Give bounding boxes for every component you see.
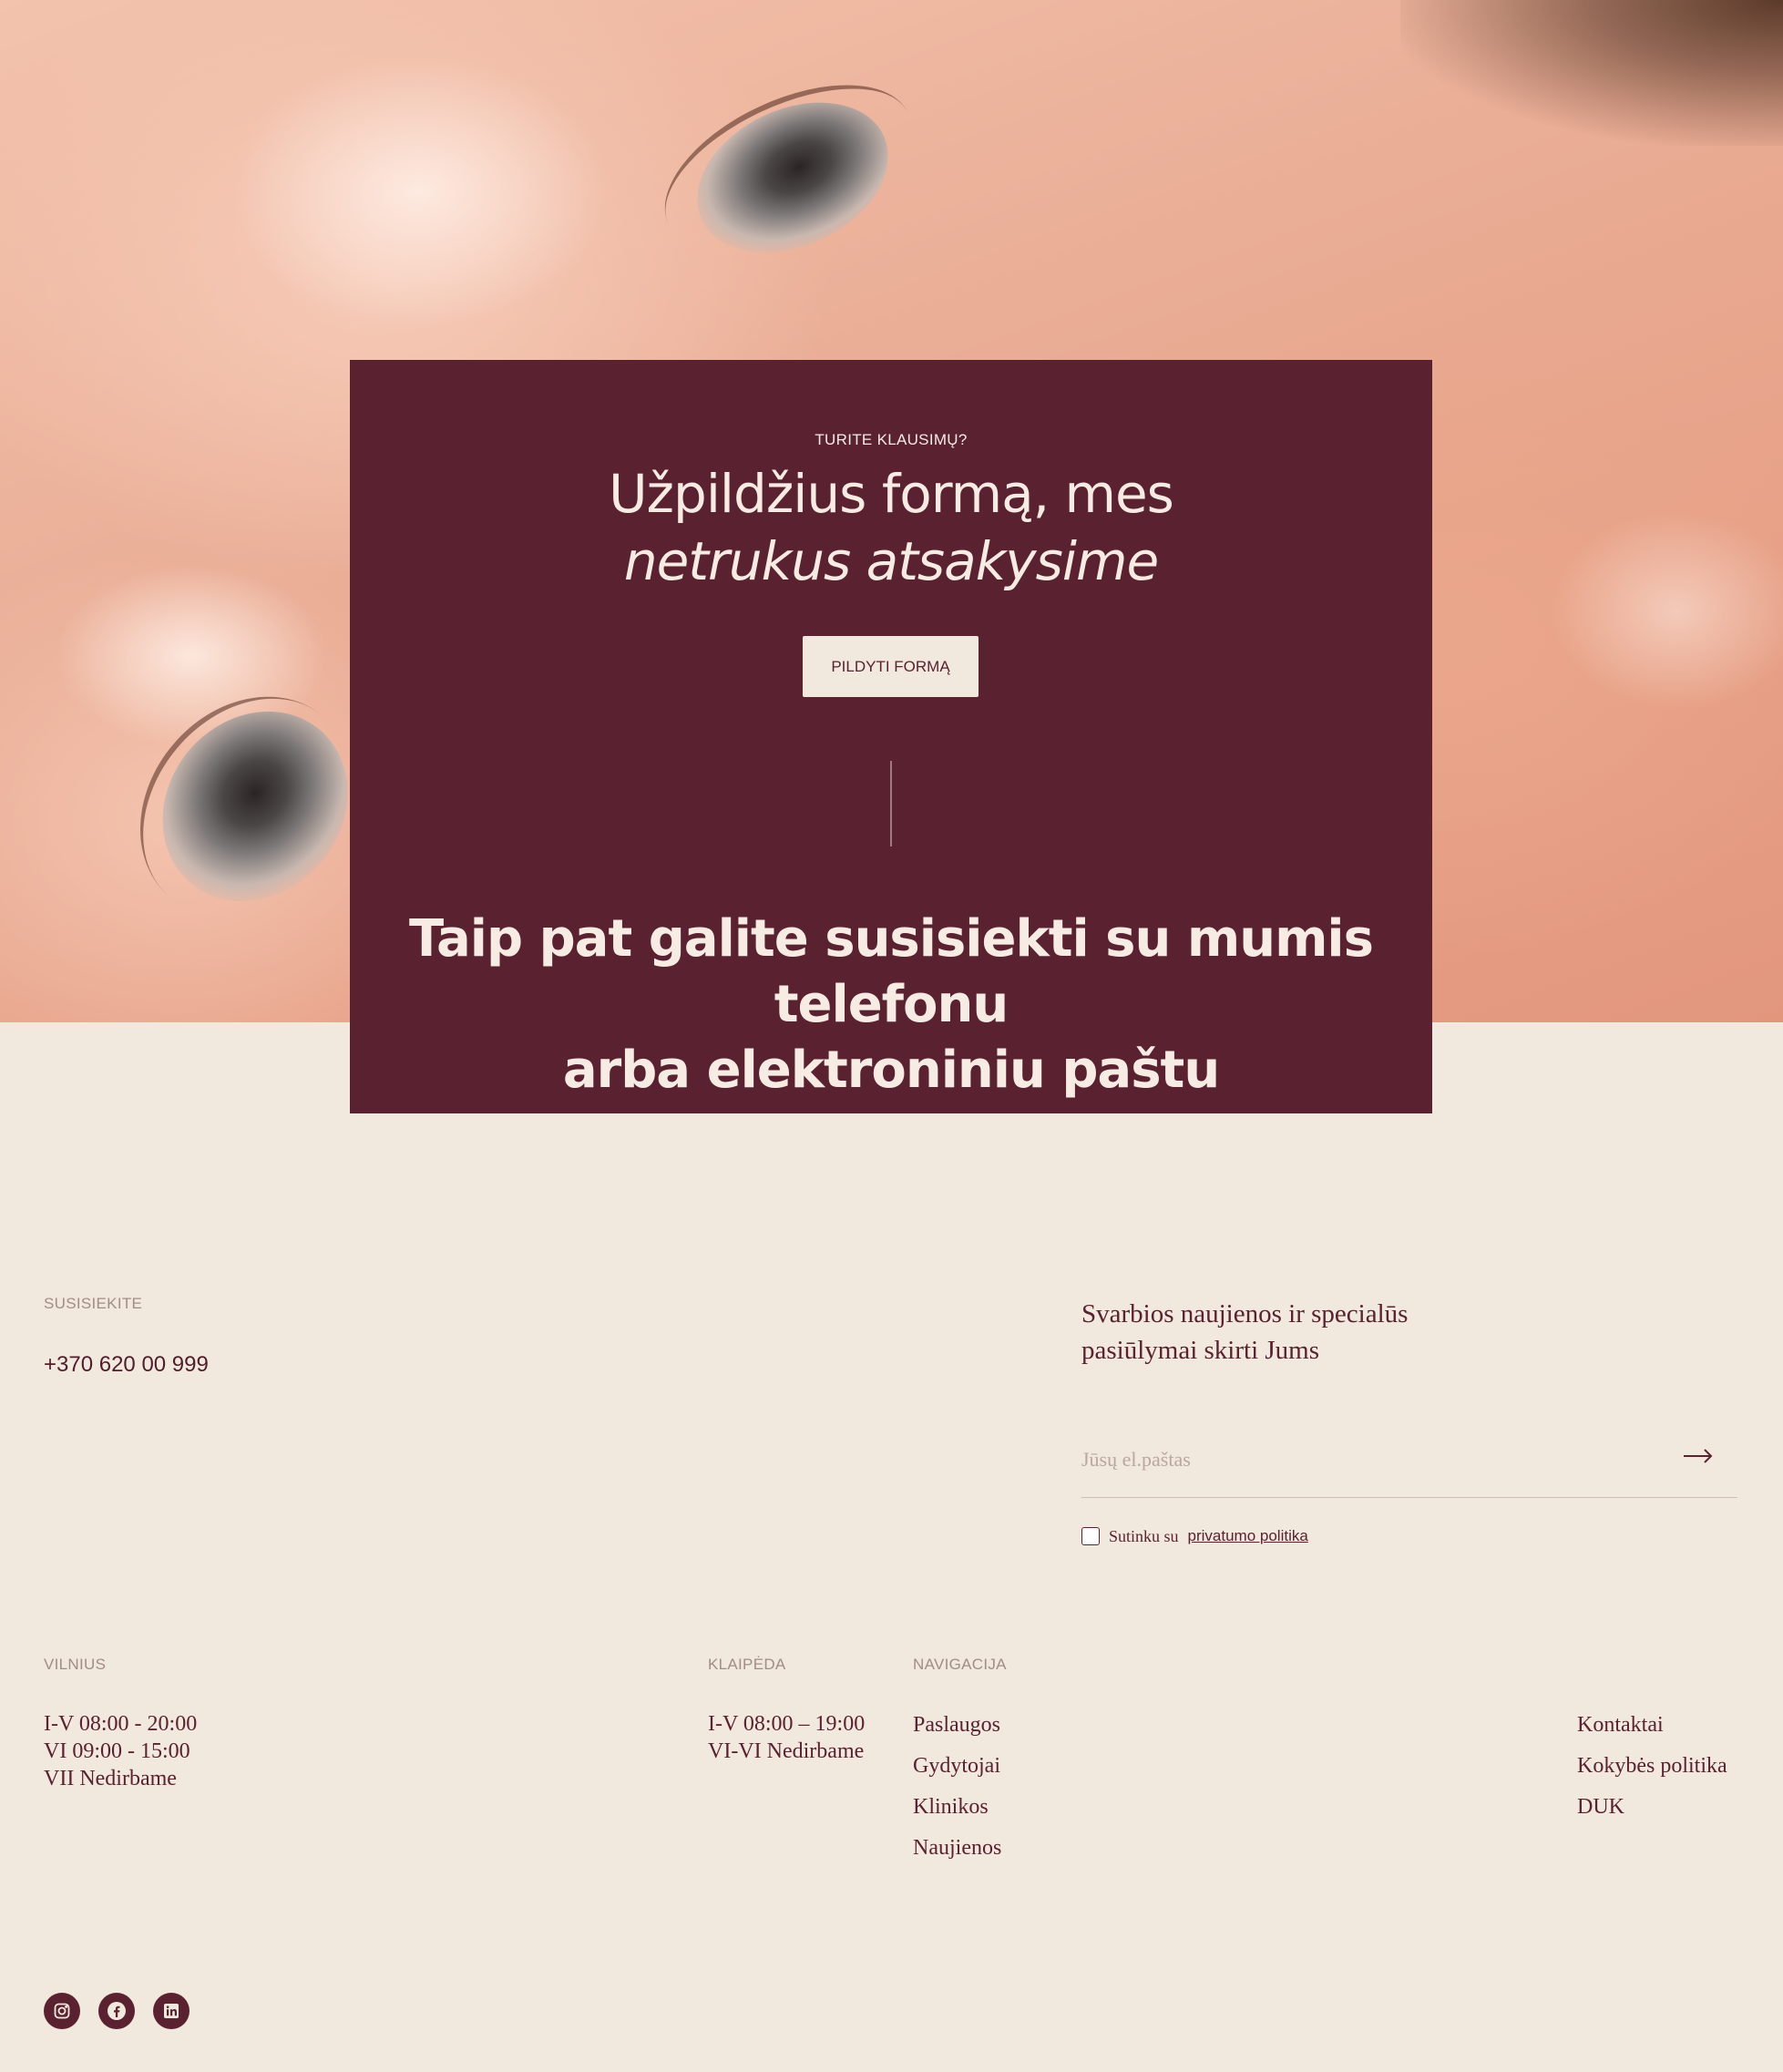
vilnius-hours-line: VI 09:00 - 15:00	[44, 1739, 190, 1763]
submit-arrow-icon[interactable]	[1683, 1445, 1714, 1469]
nav-link-klinikos[interactable]: Klinikos	[913, 1795, 989, 1820]
fill-form-button[interactable]: PILDYTI FORMĄ	[803, 636, 979, 697]
contact-label: SUSISIEKITE	[44, 1295, 143, 1312]
nav-link-naujienos[interactable]: Naujienos	[913, 1836, 1001, 1861]
klaipeda-hours-line: VI-VI Nedirbame	[708, 1739, 865, 1763]
linkedin-icon[interactable]	[153, 1993, 190, 2029]
nav-link-kokybes-politika[interactable]: Kokybės politika	[1577, 1754, 1727, 1779]
instagram-icon[interactable]	[44, 1993, 80, 2029]
vilnius-hours-line: VII Nedirbame	[44, 1767, 177, 1790]
contact-headline-line1: Taip pat galite susisiekti su mumis tele…	[409, 909, 1374, 1034]
klaipeda-hours-line: I-V 08:00 – 19:00	[708, 1712, 866, 1736]
vertical-divider	[890, 761, 892, 846]
vilnius-hours-line: I-V 08:00 - 20:00	[44, 1712, 198, 1736]
cta-headline-line1: Užpildžius formą, mes	[609, 463, 1174, 525]
consent-checkbox[interactable]	[1081, 1527, 1100, 1545]
newsletter-form	[1081, 1441, 1737, 1498]
newsletter-title: Svarbios naujienos ir specialūs pasiūlym…	[1081, 1299, 1409, 1365]
consent-row: Sutinku su privatumo politika	[1081, 1526, 1308, 1546]
vilnius-label: VILNIUS	[44, 1656, 107, 1673]
phone-link[interactable]: +370 620 00 999	[44, 1352, 209, 1378]
cta-headline: Užpildžius formą, mes netrukus atsakysim…	[350, 460, 1432, 595]
email-input[interactable]	[1081, 1441, 1665, 1478]
nav-link-kontaktai[interactable]: Kontaktai	[1577, 1713, 1664, 1738]
cta-eyebrow: TURITE KLAUSIMŲ?	[815, 431, 968, 448]
contact-headline-line2: arba elektroniniu paštu	[562, 1041, 1220, 1100]
nav-link-duk[interactable]: DUK	[1577, 1795, 1624, 1820]
cta-card: TURITE KLAUSIMŲ? Užpildžius formą, mes n…	[350, 360, 1432, 1113]
consent-text: Sutinku su	[1109, 1526, 1179, 1545]
navigation-label: NAVIGACIJA	[913, 1656, 1007, 1673]
klaipeda-label: KLAIPĖDA	[708, 1656, 786, 1673]
klaipeda-hours: I-V 08:00 – 19:00 VI-VI Nedirbame	[708, 1710, 865, 1765]
facebook-icon[interactable]	[98, 1993, 135, 2029]
privacy-policy-link[interactable]: privatumo politika	[1188, 1527, 1308, 1545]
contact-headline: Taip pat galite susisiekti su mumis tele…	[350, 907, 1432, 1103]
vilnius-hours: I-V 08:00 - 20:00 VI 09:00 - 15:00 VII N…	[44, 1710, 197, 1792]
nav-link-paslaugos[interactable]: Paslaugos	[913, 1713, 1000, 1738]
nav-link-gydytojai[interactable]: Gydytojai	[913, 1754, 1000, 1779]
cta-headline-line2: netrukus atsakysime	[623, 530, 1159, 592]
